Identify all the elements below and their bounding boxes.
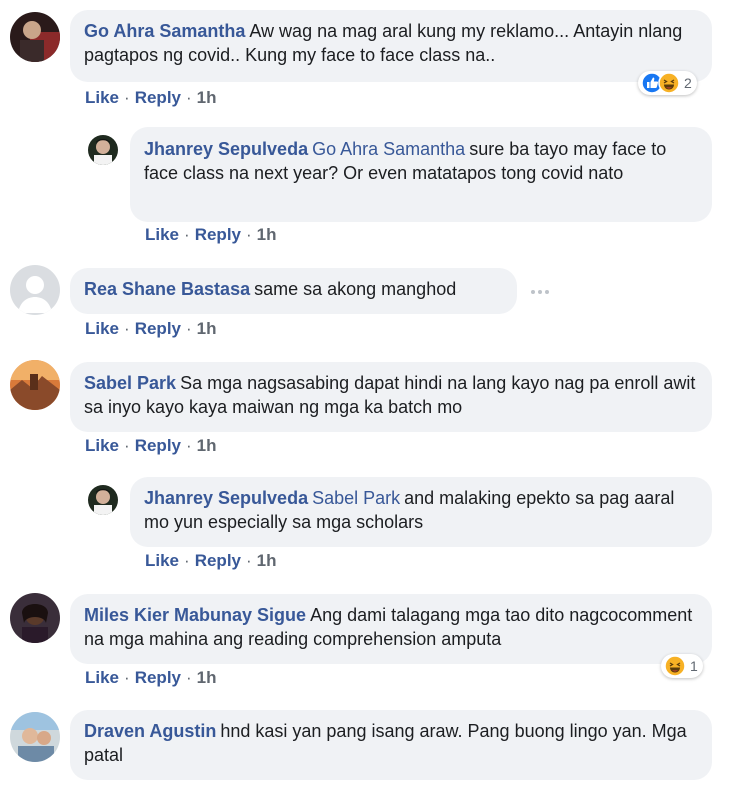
reaction-summary[interactable]: 2 <box>638 71 697 95</box>
reaction-count: 2 <box>684 75 692 91</box>
separator: · <box>186 319 192 338</box>
timestamp[interactable]: 1h <box>257 225 277 245</box>
avatar[interactable] <box>88 485 118 515</box>
comment-actions: Like · Reply · 1h <box>85 436 217 456</box>
comment-actions: Like · Reply · 1h <box>145 225 277 245</box>
comment-actions: Like · Reply · 1h <box>85 668 217 688</box>
like-button[interactable]: Like <box>145 225 179 245</box>
comment-actions: Like · Reply · 1h <box>145 551 277 571</box>
reply-button[interactable]: Reply <box>135 436 181 456</box>
comment-bubble: Rea Shane Bastasa same sa akong manghod <box>70 268 517 314</box>
mention-link[interactable]: Go Ahra Samantha <box>312 139 465 159</box>
separator: · <box>124 668 130 687</box>
comment-bubble: Draven Agustin hnd kasi yan pang isang ar… <box>70 710 712 780</box>
more-options-icon[interactable] <box>531 288 553 296</box>
timestamp[interactable]: 1h <box>197 668 217 688</box>
comment-author[interactable]: Jhanrey Sepulveda <box>144 139 308 159</box>
avatar[interactable] <box>88 135 118 165</box>
comment-author[interactable]: Jhanrey Sepulveda <box>144 488 308 508</box>
like-button[interactable]: Like <box>85 319 119 339</box>
comment-text: same sa akong manghod <box>254 279 457 299</box>
comment-bubble: Miles Kier Mabunay Sigue Ang dami talagan… <box>70 594 712 664</box>
avatar[interactable] <box>10 593 60 643</box>
avatar[interactable] <box>10 265 60 315</box>
comment-bubble: Jhanrey Sepulveda Sabel Park and malaking … <box>130 477 712 547</box>
reply-button[interactable]: Reply <box>195 551 241 571</box>
comment-author[interactable]: Go Ahra Samantha <box>84 21 245 41</box>
reply-button[interactable]: Reply <box>195 225 241 245</box>
avatar[interactable] <box>10 712 60 762</box>
comment-actions: Like · Reply · 1h <box>85 319 217 339</box>
like-button[interactable]: Like <box>85 88 119 108</box>
comment-author[interactable]: Draven Agustin <box>84 721 216 741</box>
separator: · <box>246 225 252 244</box>
separator: · <box>186 668 192 687</box>
timestamp[interactable]: 1h <box>197 319 217 339</box>
reaction-summary[interactable]: 1 <box>661 654 703 678</box>
comment-author[interactable]: Rea Shane Bastasa <box>84 279 250 299</box>
like-button[interactable]: Like <box>145 551 179 571</box>
avatar[interactable] <box>10 360 60 410</box>
reply-button[interactable]: Reply <box>135 319 181 339</box>
comment-bubble: Jhanrey Sepulveda Go Ahra Samantha sure ba… <box>130 127 712 222</box>
haha-reaction-icon <box>658 72 680 94</box>
separator: · <box>184 225 190 244</box>
separator: · <box>246 551 252 570</box>
comment-bubble: Go Ahra Samantha Aw wag na mag aral kung … <box>70 10 712 82</box>
comment-bubble: Sabel Park Sa mga nagsasabing dapat hindi… <box>70 362 712 432</box>
mention-link[interactable]: Sabel Park <box>312 488 400 508</box>
reaction-count: 1 <box>690 658 698 674</box>
separator: · <box>124 436 130 455</box>
like-button[interactable]: Like <box>85 668 119 688</box>
haha-reaction-icon <box>664 655 686 677</box>
timestamp[interactable]: 1h <box>197 88 217 108</box>
avatar[interactable] <box>10 12 60 62</box>
separator: · <box>186 436 192 455</box>
separator: · <box>184 551 190 570</box>
separator: · <box>124 88 130 107</box>
reply-button[interactable]: Reply <box>135 88 181 108</box>
timestamp[interactable]: 1h <box>197 436 217 456</box>
separator: · <box>186 88 192 107</box>
comment-author[interactable]: Miles Kier Mabunay Sigue <box>84 605 306 625</box>
timestamp[interactable]: 1h <box>257 551 277 571</box>
like-button[interactable]: Like <box>85 436 119 456</box>
separator: · <box>124 319 130 338</box>
reply-button[interactable]: Reply <box>135 668 181 688</box>
comment-author[interactable]: Sabel Park <box>84 373 176 393</box>
comment-actions: Like · Reply · 1h <box>85 88 217 108</box>
